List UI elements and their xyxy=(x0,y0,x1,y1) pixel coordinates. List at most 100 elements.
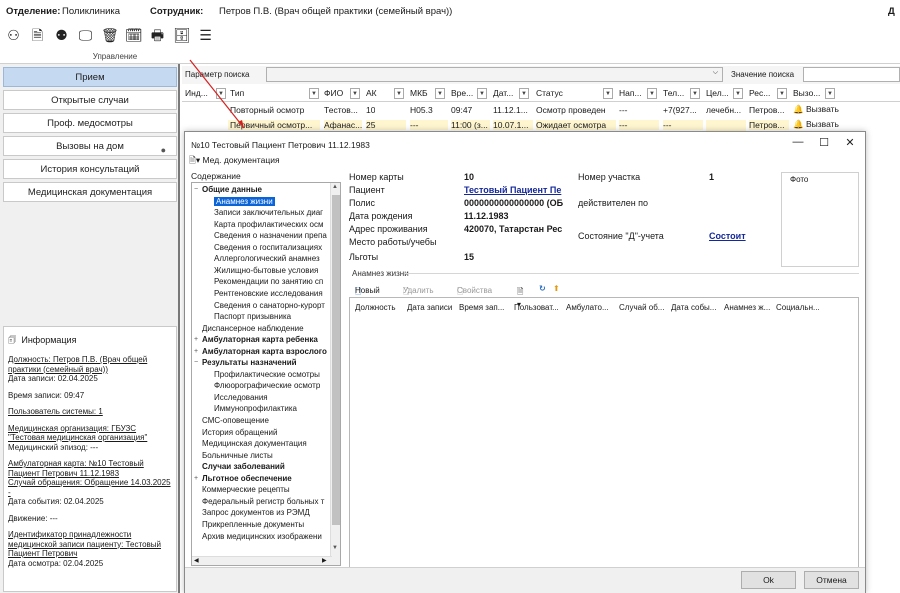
anam-col-event-date[interactable]: Дата собы... xyxy=(671,303,716,312)
nav-item-checkups[interactable]: Проф. медосмотры xyxy=(3,113,177,133)
filter-dropdown-icon[interactable]: ▼ xyxy=(309,88,319,99)
tree-item[interactable]: Прикрепленные документы xyxy=(202,520,304,529)
nav-item-consultation-history[interactable]: История консультаций xyxy=(3,159,177,179)
anam-col-record-date[interactable]: Дата записи xyxy=(407,303,452,312)
tree-item[interactable]: СМС-оповещение xyxy=(202,416,269,425)
filter-dropdown-icon[interactable]: ▼ xyxy=(733,88,743,99)
search-param-select[interactable]: ⌵ xyxy=(266,67,723,82)
anam-col-position[interactable]: Должность xyxy=(355,303,396,312)
tree-item[interactable]: Медицинская документация xyxy=(202,439,307,448)
filter-dropdown-icon[interactable]: ▼ xyxy=(519,88,529,99)
tree-item[interactable]: Архив медицинских изображени xyxy=(202,532,322,541)
call-button[interactable]: 🔔 Вызвать xyxy=(793,119,839,130)
tree-item[interactable]: Жилищно-бытовые условия xyxy=(214,266,318,275)
users-icon[interactable]: ⚉ xyxy=(52,25,71,44)
cancel-button[interactable]: Отмена xyxy=(804,571,859,589)
filter-dropdown-icon[interactable]: ▼ xyxy=(603,88,613,99)
info-ident[interactable]: Идентификатор принадлежности xyxy=(8,530,172,540)
archive-icon[interactable]: 🗄 xyxy=(172,25,191,44)
anam-col-case[interactable]: Случай об... xyxy=(619,303,664,312)
ok-button[interactable]: Ok xyxy=(741,571,796,589)
folder-up-icon[interactable]: ⬆ xyxy=(553,284,560,293)
filter-dropdown-icon[interactable]: ▼ xyxy=(777,88,787,99)
tree-expand-icon[interactable]: + xyxy=(194,336,198,343)
nav-item-open-cases[interactable]: Открытые случаи xyxy=(3,90,177,110)
tree-item[interactable]: Исследования xyxy=(214,393,268,402)
filter-dropdown-icon[interactable]: ▼ xyxy=(825,88,835,99)
tree-item[interactable]: Больничные листы xyxy=(202,451,273,460)
patient-link[interactable]: Тестовый Пациент Пе xyxy=(464,185,574,195)
scroll-thumb[interactable] xyxy=(332,195,340,525)
minimize-icon[interactable]: — xyxy=(788,136,808,148)
info-system-user[interactable]: Пользователь системы: 1 xyxy=(8,407,172,417)
monitor-icon[interactable]: 🖵 xyxy=(76,25,95,44)
info-appeal-dash[interactable]: - xyxy=(8,488,172,498)
call-button[interactable]: 🔔 Вызвать xyxy=(793,104,839,115)
search-value-input[interactable] xyxy=(803,67,900,82)
col-header-cel[interactable]: Цел... xyxy=(706,88,729,98)
medical-docs-menu[interactable]: 🗎▾ Мед. документация xyxy=(189,155,280,169)
col-header-tel[interactable]: Тел... xyxy=(663,88,684,98)
nav-item-medical-documentation[interactable]: Медицинская документация xyxy=(3,182,177,202)
tree-item[interactable]: Амбулаторная карта ребенка xyxy=(202,335,318,344)
anam-col-ambulatory[interactable]: Амбулато... xyxy=(566,303,609,312)
refresh-icon[interactable]: ↻ xyxy=(539,284,546,293)
calendar-icon[interactable]: 🗓 xyxy=(124,25,143,44)
trash-icon[interactable]: 🗑 xyxy=(100,25,119,44)
tree-item[interactable]: Сведения о госпитализациях xyxy=(214,243,322,252)
d-registry-link[interactable]: Состоит xyxy=(709,231,746,241)
info-position[interactable]: Должность: Петров П.В. (Врач общей xyxy=(8,355,172,365)
tree-expand-icon[interactable]: − xyxy=(194,186,198,193)
tree-item[interactable]: Рекомендации по занятию сп xyxy=(214,277,323,286)
tree-item[interactable]: Сведения о назначении препа xyxy=(214,231,327,240)
info-card-2[interactable]: Пациент Петрович 11.12.1983 xyxy=(8,469,172,479)
filter-dropdown-icon[interactable]: ▼ xyxy=(435,88,445,99)
info-ident-3[interactable]: Пациент Петрович xyxy=(8,549,172,559)
filter-dropdown-icon[interactable]: ▼ xyxy=(394,88,404,99)
contents-tree[interactable]: − Общие данные Анамнез жизни Записи заключи… xyxy=(191,182,341,566)
col-header-fio[interactable]: ФИО xyxy=(324,88,343,98)
col-header-call[interactable]: Вызо... xyxy=(793,88,820,98)
tree-expand-icon[interactable]: + xyxy=(194,348,198,355)
col-header-ak[interactable]: АК xyxy=(366,88,377,98)
tree-item[interactable]: Профилактические осмотры xyxy=(214,370,320,379)
tree-item[interactable]: Записи заключительных диаг xyxy=(214,208,323,217)
tree-item[interactable]: Аллергологический анамнез xyxy=(214,254,320,263)
info-appeal[interactable]: Случай обращения: Обращение 14.03.2025 xyxy=(8,478,172,488)
tree-item[interactable]: Результаты назначений xyxy=(202,358,297,367)
tree-item[interactable]: Запрос документов из РЭМД xyxy=(202,508,310,517)
tree-item[interactable]: Иммунопрофилактика xyxy=(214,404,297,413)
tree-item[interactable]: Федеральный регистр больных т xyxy=(202,497,324,506)
tree-item[interactable]: Амбулаторная карта взрослого xyxy=(202,347,327,356)
tree-item[interactable]: Коммерческие рецепты xyxy=(202,485,290,494)
tree-item[interactable]: Общие данные xyxy=(202,185,262,194)
tree-item[interactable]: Случаи заболеваний xyxy=(202,462,285,471)
document-edit-icon[interactable]: 🗎 xyxy=(28,25,47,44)
nav-item-home-calls[interactable]: Вызовы на дом ● xyxy=(3,136,177,156)
filter-dropdown-icon[interactable]: ▼ xyxy=(477,88,487,99)
anam-col-record-time[interactable]: Время зап... xyxy=(459,303,504,312)
tree-item[interactable]: Диспансерное наблюдение xyxy=(202,324,304,333)
nav-item-reception[interactable]: Прием xyxy=(3,67,177,87)
info-med-org-2[interactable]: "Тестовая медицинская организация" xyxy=(8,433,172,443)
info-ident-2[interactable]: медицинской записи пациенту: Тестовый xyxy=(8,540,172,550)
anam-col-user[interactable]: Пользоват... xyxy=(514,303,559,312)
print-icon[interactable]: 🖶 xyxy=(148,25,167,44)
user-icon[interactable]: ⚇ xyxy=(4,25,23,44)
filter-dropdown-icon[interactable]: ▼ xyxy=(690,88,700,99)
col-header-nap[interactable]: Нап... xyxy=(619,88,642,98)
tree-item[interactable]: История обращений xyxy=(202,428,277,437)
col-header-type[interactable]: Тип xyxy=(230,88,244,98)
col-header-status[interactable]: Статус xyxy=(536,88,563,98)
tree-horizontal-scrollbar[interactable]: ◀ ▶ xyxy=(192,556,332,565)
scroll-up-icon[interactable]: ▲ xyxy=(332,184,338,190)
anam-col-social[interactable]: Социальн... xyxy=(776,303,820,312)
tree-scrollbar[interactable]: ▲ ▼ xyxy=(330,183,340,565)
tree-item[interactable]: Льготное обеспечение xyxy=(202,474,292,483)
col-header-res[interactable]: Рес... xyxy=(749,88,770,98)
col-header-date[interactable]: Дат... xyxy=(493,88,513,98)
scroll-left-icon[interactable]: ◀ xyxy=(194,557,199,564)
maximize-icon[interactable]: ☐ xyxy=(814,136,834,149)
info-med-org[interactable]: Медицинская организация: ГБУЗС xyxy=(8,424,172,434)
col-header-mkb[interactable]: МКБ xyxy=(410,88,428,98)
